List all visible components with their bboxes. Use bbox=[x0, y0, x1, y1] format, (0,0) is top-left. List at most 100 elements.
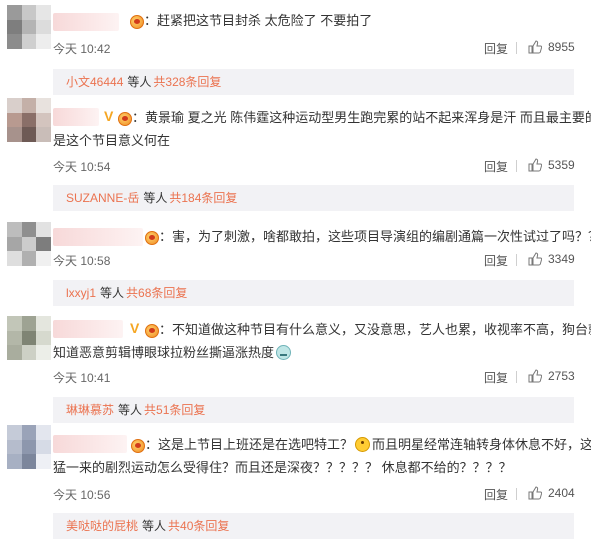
avatar-tile bbox=[7, 5, 22, 20]
comment-text: ：害，为了刺激，啥都敢拍，这些项目导演组的编剧通篇一次性试过了吗？？ bbox=[159, 229, 591, 244]
thinking-face-emoji-icon bbox=[355, 437, 371, 452]
username-blurred[interactable] bbox=[53, 108, 99, 126]
reply-count-link[interactable]: 共40条回复 bbox=[168, 519, 229, 533]
replies-summary[interactable]: SUZANNE-岳 等人 共184条回复 bbox=[53, 185, 574, 211]
thumbs-up-icon[interactable] bbox=[528, 40, 542, 54]
reply-button[interactable]: 回复 bbox=[484, 369, 508, 386]
avatar-tile bbox=[21, 127, 37, 142]
reply-summary-text: 等人 bbox=[143, 191, 168, 205]
comment-text: 知道恶意剪辑博眼球拉粉丝撕逼涨热度 bbox=[53, 343, 292, 363]
avatar-tile bbox=[7, 112, 22, 128]
avatar-tile bbox=[36, 34, 51, 49]
reply-count-link[interactable]: 共184条回复 bbox=[169, 191, 237, 205]
avatar[interactable] bbox=[7, 316, 51, 360]
reply-summary-text: 等人 bbox=[142, 519, 167, 533]
comment-text: ：赶紧把这节目封杀 太危险了 不要拍了 bbox=[144, 13, 373, 28]
comment-time: 今天 10:41 bbox=[53, 371, 111, 385]
avatar-tile bbox=[21, 330, 37, 346]
avatar[interactable] bbox=[7, 425, 51, 469]
like-count: 3349 bbox=[548, 252, 575, 266]
avatar-tile bbox=[7, 316, 22, 331]
avatar-tile bbox=[21, 454, 37, 469]
comment-text-part: 而且明星经常连轴转身体休息不好，这种 bbox=[372, 437, 591, 452]
avatar-tile bbox=[21, 112, 37, 128]
comment-text: ：不知道做这种节目有什么意义，又没意思，艺人也累，收视率不高，狗台就 bbox=[159, 322, 591, 337]
replies-summary[interactable]: 美哒哒的屁桃 等人 共40条回复 bbox=[53, 513, 574, 539]
avatar-tile bbox=[36, 236, 51, 252]
reply-user-link[interactable]: 琳琳慕苏 bbox=[66, 403, 114, 417]
avatar-tile bbox=[21, 316, 37, 331]
reply-user-link[interactable]: SUZANNE-岳 bbox=[66, 191, 139, 205]
reply-count-link[interactable]: 共328条回复 bbox=[153, 75, 221, 89]
username-blurred[interactable] bbox=[53, 13, 119, 31]
reply-button[interactable]: 回复 bbox=[484, 158, 508, 175]
divider bbox=[516, 371, 517, 383]
avatar-tile bbox=[36, 19, 51, 35]
reply-button[interactable]: 回复 bbox=[484, 40, 508, 57]
avatar-tile bbox=[7, 345, 22, 360]
username-blurred[interactable] bbox=[53, 435, 127, 453]
avatar-tile bbox=[7, 454, 22, 469]
thumbs-up-icon[interactable] bbox=[528, 369, 542, 383]
avatar-tile bbox=[21, 98, 37, 113]
like-count: 2404 bbox=[548, 486, 575, 500]
fan-badge-icon bbox=[118, 112, 132, 126]
divider bbox=[516, 488, 517, 500]
comment-text: 猛一来的剧烈运动怎么受得住？而且还是深夜？？？？？ 休息都不给的？？？？ bbox=[53, 460, 512, 475]
avatar-tile bbox=[21, 19, 37, 35]
comment-text: 是这个节目意义何在 bbox=[53, 133, 171, 148]
reply-count-link[interactable]: 共51条回复 bbox=[144, 403, 205, 417]
reply-user-link[interactable]: lxxyj1 bbox=[66, 286, 96, 300]
fan-badge-icon bbox=[145, 231, 159, 245]
thumbs-up-icon[interactable] bbox=[528, 252, 542, 266]
comment-time: 今天 10:56 bbox=[53, 488, 111, 502]
avatar-tile bbox=[21, 345, 37, 360]
avatar[interactable] bbox=[7, 222, 51, 266]
comment-text-part: 知道恶意剪辑博眼球拉粉丝撕逼涨热度 bbox=[53, 345, 275, 360]
avatar-tile bbox=[7, 236, 22, 252]
avatar-tile bbox=[21, 236, 37, 252]
reply-user-link[interactable]: 小文46444 bbox=[66, 75, 123, 89]
avatar-tile bbox=[7, 330, 22, 346]
divider bbox=[516, 42, 517, 54]
username-blurred[interactable] bbox=[53, 320, 123, 338]
comment-text: ：这是上节目上班还是在选吧特工？ 而且明星经常连轴转身体休息不好，这种 bbox=[145, 435, 591, 455]
avatar-tile bbox=[7, 251, 22, 266]
like-count: 2753 bbox=[548, 369, 575, 383]
avatar-tile bbox=[36, 425, 51, 440]
avatar-tile bbox=[21, 34, 37, 49]
comment-text-part: ：这是上节目上班还是在选吧特工？ bbox=[145, 437, 354, 452]
avatar-tile bbox=[36, 98, 51, 113]
avatar-tile bbox=[36, 222, 51, 237]
thumbs-up-icon[interactable] bbox=[528, 158, 542, 172]
avatar-tile bbox=[21, 222, 37, 237]
comment-time: 今天 10:42 bbox=[53, 42, 111, 56]
comment-text: ：黄景瑜 夏之光 陈伟霆这种运动型男生跑完累的站不起来浑身是汗 而且最主要的 bbox=[132, 110, 591, 125]
like-count: 8955 bbox=[548, 40, 575, 54]
avatar-tile bbox=[21, 5, 37, 20]
avatar-tile bbox=[36, 316, 51, 331]
avatar-tile bbox=[36, 345, 51, 360]
vip-v-icon: V bbox=[104, 108, 114, 124]
avatar-tile bbox=[7, 98, 22, 113]
reply-summary-text: 等人 bbox=[127, 75, 152, 89]
fan-badge-icon bbox=[130, 15, 144, 29]
username-blurred[interactable] bbox=[53, 228, 143, 246]
avatar-tile bbox=[21, 439, 37, 455]
frost-face-emoji-icon bbox=[276, 345, 292, 360]
replies-summary[interactable]: 琳琳慕苏 等人 共51条回复 bbox=[53, 397, 574, 423]
replies-summary[interactable]: 小文46444 等人 共328条回复 bbox=[53, 69, 574, 95]
thumbs-up-icon[interactable] bbox=[528, 486, 542, 500]
avatar[interactable] bbox=[7, 98, 51, 142]
avatar[interactable] bbox=[7, 5, 51, 49]
replies-summary[interactable]: lxxyj1 等人 共68条回复 bbox=[53, 280, 574, 306]
reply-button[interactable]: 回复 bbox=[484, 252, 508, 269]
avatar-tile bbox=[36, 439, 51, 455]
avatar-tile bbox=[21, 251, 37, 266]
reply-button[interactable]: 回复 bbox=[484, 486, 508, 503]
reply-user-link[interactable]: 美哒哒的屁桃 bbox=[66, 519, 138, 533]
like-count: 5359 bbox=[548, 158, 575, 172]
reply-count-link[interactable]: 共68条回复 bbox=[126, 286, 187, 300]
avatar-tile bbox=[7, 222, 22, 237]
avatar-tile bbox=[36, 251, 51, 266]
